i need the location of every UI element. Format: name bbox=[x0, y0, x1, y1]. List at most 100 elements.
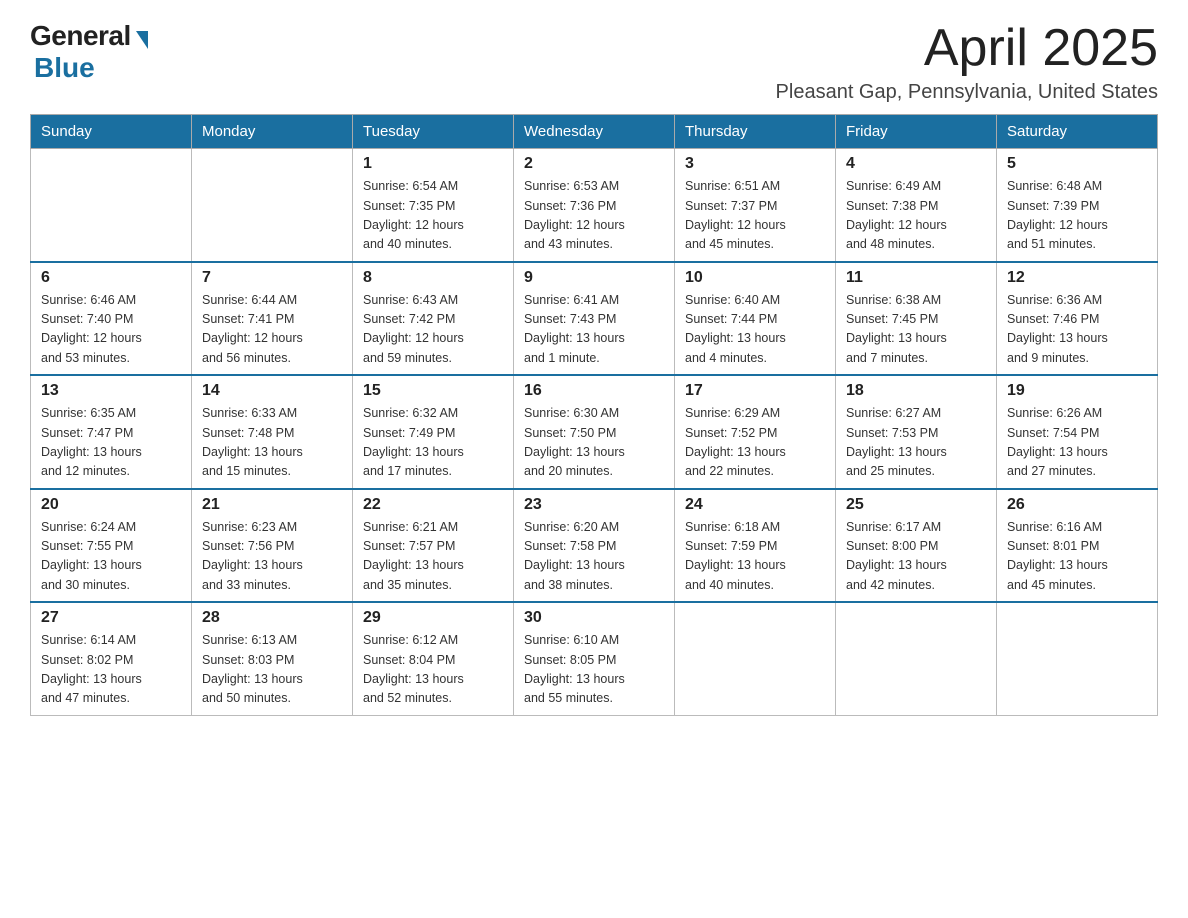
calendar-cell: 8 Sunrise: 6:43 AM Sunset: 7:42 PM Daylig… bbox=[353, 262, 514, 376]
day-number: 2 bbox=[524, 155, 664, 173]
day-number: 30 bbox=[524, 609, 664, 627]
calendar-cell: 12Sunrise: 6:36 AM Sunset: 7:46 PM Dayli… bbox=[997, 262, 1158, 376]
calendar-cell bbox=[997, 602, 1158, 715]
calendar-cell: 10 Sunrise: 6:40 AM Sunset: 7:44 PM Dayli… bbox=[675, 262, 836, 376]
calendar-cell: 19 Sunrise: 6:26 AM Sunset: 7:54 PM Dayli… bbox=[997, 375, 1158, 489]
calendar-cell: 30 Sunrise: 6:10 AM Sunset: 8:05 PM Dayli… bbox=[514, 602, 675, 715]
calendar-cell bbox=[192, 149, 353, 262]
col-friday: Friday bbox=[836, 115, 997, 149]
day-info: Sunrise: 6:46 AM Sunset: 7:40 PM Dayligh… bbox=[41, 291, 181, 369]
location-title: Pleasant Gap, Pennsylvania, United State… bbox=[776, 81, 1158, 104]
calendar-cell: 4 Sunrise: 6:49 AM Sunset: 7:38 PM Daylig… bbox=[836, 149, 997, 262]
logo: General Blue bbox=[30, 20, 148, 84]
day-number: 8 bbox=[363, 269, 503, 287]
day-info: Sunrise: 6:35 AM Sunset: 7:47 PM Dayligh… bbox=[41, 404, 181, 482]
calendar-cell: 6 Sunrise: 6:46 AM Sunset: 7:40 PM Daylig… bbox=[31, 262, 192, 376]
day-number: 1 bbox=[363, 155, 503, 173]
day-number: 24 bbox=[685, 496, 825, 514]
day-number: 5 bbox=[1007, 155, 1147, 173]
day-info: Sunrise: 6:54 AM Sunset: 7:35 PM Dayligh… bbox=[363, 177, 503, 255]
day-number: 9 bbox=[524, 269, 664, 287]
day-info: Sunrise: 6:14 AM Sunset: 8:02 PM Dayligh… bbox=[41, 631, 181, 709]
day-info: Sunrise: 6:24 AM Sunset: 7:55 PM Dayligh… bbox=[41, 518, 181, 596]
day-number: 10 bbox=[685, 269, 825, 287]
day-info: Sunrise: 6:23 AM Sunset: 7:56 PM Dayligh… bbox=[202, 518, 342, 596]
calendar-cell: 7 Sunrise: 6:44 AM Sunset: 7:41 PM Daylig… bbox=[192, 262, 353, 376]
day-info: Sunrise: 6:44 AM Sunset: 7:41 PM Dayligh… bbox=[202, 291, 342, 369]
day-info: Sunrise: 6:13 AM Sunset: 8:03 PM Dayligh… bbox=[202, 631, 342, 709]
day-number: 25 bbox=[846, 496, 986, 514]
col-thursday: Thursday bbox=[675, 115, 836, 149]
calendar-cell: 22 Sunrise: 6:21 AM Sunset: 7:57 PM Dayli… bbox=[353, 489, 514, 603]
day-number: 11 bbox=[846, 269, 986, 287]
col-wednesday: Wednesday bbox=[514, 115, 675, 149]
calendar-week-row: 1 Sunrise: 6:54 AM Sunset: 7:35 PM Daylig… bbox=[31, 149, 1158, 262]
calendar-cell: 18 Sunrise: 6:27 AM Sunset: 7:53 PM Dayli… bbox=[836, 375, 997, 489]
day-number: 16 bbox=[524, 382, 664, 400]
day-number: 7 bbox=[202, 269, 342, 287]
day-number: 3 bbox=[685, 155, 825, 173]
day-info: Sunrise: 6:48 AM Sunset: 7:39 PM Dayligh… bbox=[1007, 177, 1147, 255]
day-info: Sunrise: 6:41 AM Sunset: 7:43 PM Dayligh… bbox=[524, 291, 664, 369]
calendar-cell: 20 Sunrise: 6:24 AM Sunset: 7:55 PM Dayli… bbox=[31, 489, 192, 603]
col-tuesday: Tuesday bbox=[353, 115, 514, 149]
calendar-cell: 3 Sunrise: 6:51 AM Sunset: 7:37 PM Daylig… bbox=[675, 149, 836, 262]
day-info: Sunrise: 6:32 AM Sunset: 7:49 PM Dayligh… bbox=[363, 404, 503, 482]
day-info: Sunrise: 6:20 AM Sunset: 7:58 PM Dayligh… bbox=[524, 518, 664, 596]
calendar-cell: 9 Sunrise: 6:41 AM Sunset: 7:43 PM Daylig… bbox=[514, 262, 675, 376]
calendar-cell: 17 Sunrise: 6:29 AM Sunset: 7:52 PM Dayli… bbox=[675, 375, 836, 489]
calendar-cell bbox=[31, 149, 192, 262]
logo-arrow-icon bbox=[136, 31, 148, 49]
day-number: 21 bbox=[202, 496, 342, 514]
calendar-table: Sunday Monday Tuesday Wednesday Thursday… bbox=[30, 114, 1158, 716]
calendar-cell: 21 Sunrise: 6:23 AM Sunset: 7:56 PM Dayli… bbox=[192, 489, 353, 603]
calendar-cell: 25Sunrise: 6:17 AM Sunset: 8:00 PM Dayli… bbox=[836, 489, 997, 603]
calendar-week-row: 6 Sunrise: 6:46 AM Sunset: 7:40 PM Daylig… bbox=[31, 262, 1158, 376]
day-number: 18 bbox=[846, 382, 986, 400]
day-info: Sunrise: 6:51 AM Sunset: 7:37 PM Dayligh… bbox=[685, 177, 825, 255]
col-saturday: Saturday bbox=[997, 115, 1158, 149]
day-info: Sunrise: 6:43 AM Sunset: 7:42 PM Dayligh… bbox=[363, 291, 503, 369]
day-info: Sunrise: 6:27 AM Sunset: 7:53 PM Dayligh… bbox=[846, 404, 986, 482]
col-sunday: Sunday bbox=[31, 115, 192, 149]
day-number: 17 bbox=[685, 382, 825, 400]
day-number: 13 bbox=[41, 382, 181, 400]
calendar-cell bbox=[675, 602, 836, 715]
day-number: 29 bbox=[363, 609, 503, 627]
day-info: Sunrise: 6:18 AM Sunset: 7:59 PM Dayligh… bbox=[685, 518, 825, 596]
calendar-cell: 11 Sunrise: 6:38 AM Sunset: 7:45 PM Dayli… bbox=[836, 262, 997, 376]
calendar-header-row: Sunday Monday Tuesday Wednesday Thursday… bbox=[31, 115, 1158, 149]
calendar-cell: 2Sunrise: 6:53 AM Sunset: 7:36 PM Daylig… bbox=[514, 149, 675, 262]
calendar-cell: 1 Sunrise: 6:54 AM Sunset: 7:35 PM Daylig… bbox=[353, 149, 514, 262]
day-number: 22 bbox=[363, 496, 503, 514]
col-monday: Monday bbox=[192, 115, 353, 149]
calendar-week-row: 13 Sunrise: 6:35 AM Sunset: 7:47 PM Dayli… bbox=[31, 375, 1158, 489]
logo-general-text: General bbox=[30, 20, 131, 52]
day-info: Sunrise: 6:16 AM Sunset: 8:01 PM Dayligh… bbox=[1007, 518, 1147, 596]
day-info: Sunrise: 6:21 AM Sunset: 7:57 PM Dayligh… bbox=[363, 518, 503, 596]
day-number: 4 bbox=[846, 155, 986, 173]
calendar-cell: 5 Sunrise: 6:48 AM Sunset: 7:39 PM Daylig… bbox=[997, 149, 1158, 262]
logo-blue-text: Blue bbox=[34, 52, 95, 84]
calendar-cell: 14Sunrise: 6:33 AM Sunset: 7:48 PM Dayli… bbox=[192, 375, 353, 489]
day-info: Sunrise: 6:36 AM Sunset: 7:46 PM Dayligh… bbox=[1007, 291, 1147, 369]
day-info: Sunrise: 6:29 AM Sunset: 7:52 PM Dayligh… bbox=[685, 404, 825, 482]
day-number: 6 bbox=[41, 269, 181, 287]
day-info: Sunrise: 6:10 AM Sunset: 8:05 PM Dayligh… bbox=[524, 631, 664, 709]
day-number: 27 bbox=[41, 609, 181, 627]
calendar-cell: 29 Sunrise: 6:12 AM Sunset: 8:04 PM Dayli… bbox=[353, 602, 514, 715]
day-number: 20 bbox=[41, 496, 181, 514]
calendar-cell: 28Sunrise: 6:13 AM Sunset: 8:03 PM Dayli… bbox=[192, 602, 353, 715]
calendar-cell: 27 Sunrise: 6:14 AM Sunset: 8:02 PM Dayli… bbox=[31, 602, 192, 715]
calendar-cell: 26Sunrise: 6:16 AM Sunset: 8:01 PM Dayli… bbox=[997, 489, 1158, 603]
day-info: Sunrise: 6:40 AM Sunset: 7:44 PM Dayligh… bbox=[685, 291, 825, 369]
calendar-cell bbox=[836, 602, 997, 715]
day-info: Sunrise: 6:12 AM Sunset: 8:04 PM Dayligh… bbox=[363, 631, 503, 709]
day-number: 23 bbox=[524, 496, 664, 514]
day-number: 19 bbox=[1007, 382, 1147, 400]
day-number: 15 bbox=[363, 382, 503, 400]
calendar-week-row: 20 Sunrise: 6:24 AM Sunset: 7:55 PM Dayli… bbox=[31, 489, 1158, 603]
day-info: Sunrise: 6:38 AM Sunset: 7:45 PM Dayligh… bbox=[846, 291, 986, 369]
day-info: Sunrise: 6:49 AM Sunset: 7:38 PM Dayligh… bbox=[846, 177, 986, 255]
day-info: Sunrise: 6:26 AM Sunset: 7:54 PM Dayligh… bbox=[1007, 404, 1147, 482]
